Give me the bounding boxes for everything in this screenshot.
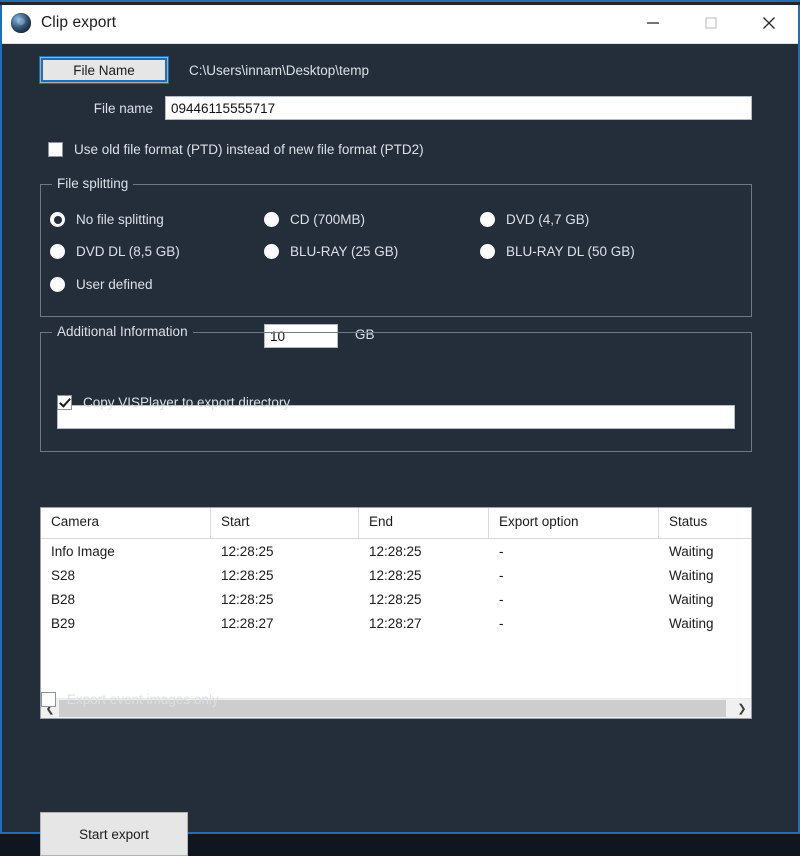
column-header-export-option[interactable]: Export option [489,508,659,538]
maximize-icon [705,17,717,29]
column-header-start[interactable]: Start [211,508,359,538]
cell-camera: Info Image [51,543,115,559]
cell-end: 12:28:25 [369,591,422,607]
radio-user-defined[interactable]: User defined [50,277,153,292]
radio-label-bluray: BLU-RAY (25 GB) [290,244,399,259]
additional-information-group: Additional Information [40,324,752,452]
window-top-edge [0,0,800,5]
radio-button-no-file-splitting[interactable] [50,212,65,227]
cell-end: 12:28:25 [369,543,422,559]
cell-export-option: - [499,567,504,583]
file-name-label: File name [93,100,153,116]
radio-label-user-defined: User defined [76,277,153,292]
cell-status: Waiting [669,615,714,631]
radio-bluray[interactable]: BLU-RAY (25 GB) [264,244,398,259]
export-event-images-checkbox-row[interactable]: Export event images only [41,692,219,707]
radio-button-bluray-dl[interactable] [480,244,495,259]
clip-export-window: Clip export File Name C:\Users\innam\Des… [0,0,800,856]
copy-visplayer-label: Copy VISPlayer to export directory [83,395,291,410]
window-title: Clip export [41,14,117,31]
close-icon [763,17,775,29]
export-path-text: C:\Users\innam\Desktop\temp [189,62,370,78]
table-row[interactable]: S28 12:28:25 12:28:25 - Waiting [41,563,751,587]
cell-start: 12:28:25 [221,591,274,607]
dialog-body: File Name C:\Users\innam\Desktop\temp Fi… [2,44,798,856]
minimize-icon [647,22,659,24]
additional-information-legend: Additional Information [52,324,193,339]
cell-export-option: - [499,615,504,631]
radio-no-file-splitting[interactable]: No file splitting [50,212,164,227]
table-row[interactable]: Info Image 12:28:25 12:28:25 - Waiting [41,539,751,563]
radio-label-dvd-dl: DVD DL (8,5 GB) [76,244,180,259]
radio-label-bluray-dl: BLU-RAY DL (50 GB) [506,244,635,259]
cell-start: 12:28:25 [221,567,274,583]
window-controls [624,3,798,43]
maximize-button[interactable] [682,3,740,43]
file-name-button[interactable]: File Name [40,57,168,83]
cell-export-option: - [499,543,504,559]
title-bar: Clip export [2,3,798,44]
cell-status: Waiting [669,591,714,607]
cell-start: 12:28:27 [221,615,274,631]
column-header-end[interactable]: End [359,508,489,538]
cell-start: 12:28:25 [221,543,274,559]
column-header-status[interactable]: Status [659,508,751,538]
table-row[interactable]: B28 12:28:25 12:28:25 - Waiting [41,587,751,611]
file-path-row: File Name C:\Users\innam\Desktop\temp [40,57,369,83]
radio-dvd[interactable]: DVD (4,7 GB) [480,212,589,227]
close-button[interactable] [740,3,798,43]
copy-visplayer-checkbox[interactable] [57,395,72,410]
chevron-right-icon[interactable]: ❯ [733,699,751,718]
file-splitting-legend: File splitting [52,176,134,191]
old-file-format-checkbox[interactable] [48,142,63,157]
cell-camera: B28 [51,591,76,607]
start-export-button[interactable]: Start export [40,812,188,856]
cell-status: Waiting [669,543,714,559]
radio-bluray-dl[interactable]: BLU-RAY DL (50 GB) [480,244,635,259]
cell-camera: S28 [51,567,76,583]
file-name-row: File name [40,96,752,120]
cell-status: Waiting [669,567,714,583]
cell-export-option: - [499,591,504,607]
cell-camera: B29 [51,615,76,631]
export-event-images-checkbox[interactable] [41,692,56,707]
radio-label-no-file-splitting: No file splitting [76,212,164,227]
export-jobs-listview[interactable]: Camera Start End Export option Status In… [40,507,752,719]
radio-cd[interactable]: CD (700MB) [264,212,365,227]
table-row[interactable]: B29 12:28:27 12:28:27 - Waiting [41,611,751,635]
radio-dvd-dl[interactable]: DVD DL (8,5 GB) [50,244,180,259]
radio-button-bluray[interactable] [264,244,279,259]
radio-label-dvd: DVD (4,7 GB) [506,212,590,227]
file-name-input[interactable] [165,96,752,120]
radio-button-cd[interactable] [264,212,279,227]
disc-icon [11,13,31,33]
column-header-camera[interactable]: Camera [41,508,211,538]
old-file-format-label: Use old file format (PTD) instead of new… [74,142,424,157]
cell-end: 12:28:27 [369,615,422,631]
radio-button-dvd-dl[interactable] [50,244,65,259]
radio-label-cd: CD (700MB) [290,212,366,227]
copy-visplayer-checkbox-row[interactable]: Copy VISPlayer to export directory [57,395,290,410]
table-body: Info Image 12:28:25 12:28:25 - Waiting S… [41,539,751,698]
old-file-format-checkbox-row[interactable]: Use old file format (PTD) instead of new… [48,142,424,157]
minimize-button[interactable] [624,3,682,43]
radio-button-dvd[interactable] [480,212,495,227]
export-event-images-label: Export event images only [67,692,219,707]
radio-button-user-defined[interactable] [50,277,65,292]
table-header-row: Camera Start End Export option Status [41,508,751,539]
cell-end: 12:28:25 [369,567,422,583]
